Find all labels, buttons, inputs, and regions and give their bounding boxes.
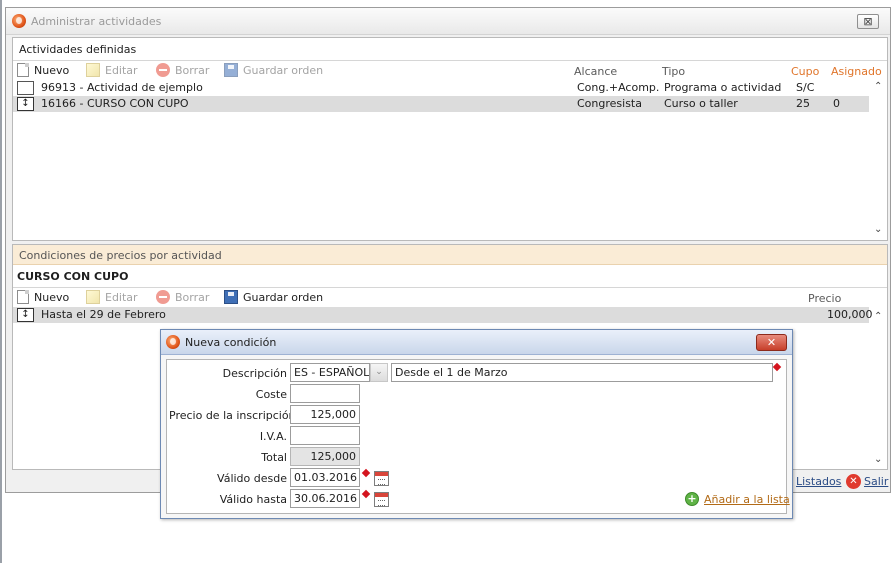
activity-scope: Congresista: [577, 97, 642, 110]
new-document-icon: [17, 290, 29, 304]
new-price-button[interactable]: Nuevo: [17, 290, 69, 304]
price-input[interactable]: 125,000: [290, 405, 360, 424]
save-order-activities-button[interactable]: Guardar orden: [224, 63, 323, 77]
exit-link[interactable]: Salir: [864, 475, 888, 488]
edit-icon: [86, 63, 100, 77]
edit-price-label: Editar: [105, 290, 138, 304]
new-document-icon: [17, 63, 29, 77]
column-price[interactable]: Precio: [808, 292, 841, 305]
price-activity-title: CURSO CON CUPO: [17, 270, 129, 283]
exit-icon[interactable]: ✕: [846, 474, 861, 489]
required-marker: [361, 489, 371, 499]
delete-icon: [156, 290, 170, 304]
dialog-title: Nueva condición: [185, 336, 277, 349]
close-icon[interactable]: ⊠: [857, 14, 879, 29]
new-condition-dialog: Nueva condición ✕ Descripción ES - ESPAÑ…: [160, 329, 793, 519]
activities-header: Actividades definidas: [19, 43, 137, 56]
language-select[interactable]: ES - ESPAÑOL: [290, 363, 370, 382]
drag-handle-icon[interactable]: ↕: [17, 97, 34, 111]
price-condition-value: 100,000: [827, 308, 873, 321]
column-type[interactable]: Tipo: [662, 65, 685, 78]
required-marker: [772, 362, 782, 372]
window-titlebar: Administrar actividades ⊠: [6, 8, 890, 35]
activity-name: 16166 - CURSO CON CUPO: [41, 97, 189, 110]
new-activity-button[interactable]: Nuevo: [17, 63, 69, 77]
vat-input[interactable]: [290, 426, 360, 445]
column-scope[interactable]: Alcance: [574, 65, 617, 78]
valid-from-input[interactable]: 01.03.2016: [290, 468, 360, 487]
divider: [13, 60, 887, 61]
delete-activity-button[interactable]: Borrar: [156, 63, 209, 77]
scroll-up-icon[interactable]: ⌃: [874, 81, 882, 92]
save-order-prices-button[interactable]: Guardar orden: [224, 290, 323, 304]
edit-price-button[interactable]: Editar: [86, 290, 138, 304]
column-assigned[interactable]: Asignado: [831, 65, 882, 78]
delete-icon: [156, 63, 170, 77]
table-row-selected[interactable]: ↕ 16166 - CURSO CON CUPO Congresista Cur…: [13, 96, 869, 112]
edit-icon: [86, 290, 100, 304]
description-input[interactable]: Desde el 1 de Marzo: [391, 363, 773, 382]
delete-price-label: Borrar: [175, 290, 210, 304]
edit-activity-label: Editar: [105, 63, 138, 77]
dropdown-arrow-icon[interactable]: ⌄: [370, 363, 388, 382]
calendar-icon[interactable]: [374, 471, 389, 486]
save-icon: [224, 63, 238, 77]
edit-activity-button[interactable]: Editar: [86, 63, 138, 77]
price-condition-name: Hasta el 29 de Febrero: [41, 308, 166, 321]
activity-quota: S/C: [796, 81, 815, 94]
scroll-up-icon[interactable]: ⌃: [874, 311, 882, 322]
new-price-label: Nuevo: [34, 290, 70, 304]
prices-header: Condiciones de precios por actividad: [19, 249, 222, 262]
activity-scope: Cong.+Acomp.: [577, 81, 660, 94]
scroll-down-icon[interactable]: ⌄: [874, 224, 882, 235]
valid-from-label: Válido desde: [217, 472, 287, 485]
add-icon[interactable]: +: [685, 492, 699, 506]
save-icon: [224, 290, 238, 304]
delete-price-button[interactable]: Borrar: [156, 290, 209, 304]
delete-activity-label: Borrar: [175, 63, 210, 77]
cost-input[interactable]: [290, 384, 360, 403]
activity-type: Curso o taller: [664, 97, 738, 110]
window-title: Administrar actividades: [31, 15, 162, 28]
left-edge-line: [0, 0, 2, 563]
valid-to-label: Válido hasta: [219, 493, 287, 506]
total-label: Total: [261, 451, 287, 464]
scroll-down-icon[interactable]: ⌄: [874, 454, 882, 465]
save-order-activities-label: Guardar orden: [243, 63, 324, 77]
valid-to-input[interactable]: 30.06.2016: [290, 489, 360, 508]
column-quota[interactable]: Cupo: [791, 65, 819, 78]
activity-assigned: 0: [833, 97, 840, 110]
dialog-titlebar: Nueva condición ✕: [161, 330, 792, 355]
new-activity-label: Nuevo: [34, 63, 70, 77]
divider: [13, 287, 887, 288]
activities-panel: Actividades definidas Nuevo Editar Borra…: [12, 37, 888, 241]
drag-handle-icon[interactable]: [17, 81, 34, 95]
total-value: 125,000: [290, 447, 360, 466]
add-to-list-link[interactable]: Añadir a la lista: [704, 493, 790, 506]
activity-quota: 25: [796, 97, 810, 110]
activity-name: 96913 - Actividad de ejemplo: [41, 81, 203, 94]
activity-type: Programa o actividad: [664, 81, 782, 94]
cost-label: Coste: [255, 388, 287, 401]
dialog-form: Descripción ES - ESPAÑOL ⌄ Desde el 1 de…: [166, 359, 790, 514]
save-order-prices-label: Guardar orden: [243, 290, 324, 304]
price-label: Precio de la inscripción: [169, 409, 296, 422]
vat-label: I.V.A.: [259, 430, 287, 443]
reports-link[interactable]: Listados: [796, 475, 841, 488]
description-label: Descripción: [222, 367, 287, 380]
table-row[interactable]: 96913 - Actividad de ejemplo Cong.+Acomp…: [13, 80, 869, 96]
calendar-icon[interactable]: [374, 492, 389, 507]
dialog-close-icon[interactable]: ✕: [756, 334, 787, 351]
required-marker: [361, 468, 371, 478]
app-icon: [166, 335, 180, 349]
table-row-selected[interactable]: ↕ Hasta el 29 de Febrero 100,000: [13, 307, 873, 323]
prices-header-band: Condiciones de precios por actividad: [13, 245, 887, 265]
app-icon: [12, 14, 26, 28]
drag-handle-icon[interactable]: ↕: [17, 308, 34, 322]
